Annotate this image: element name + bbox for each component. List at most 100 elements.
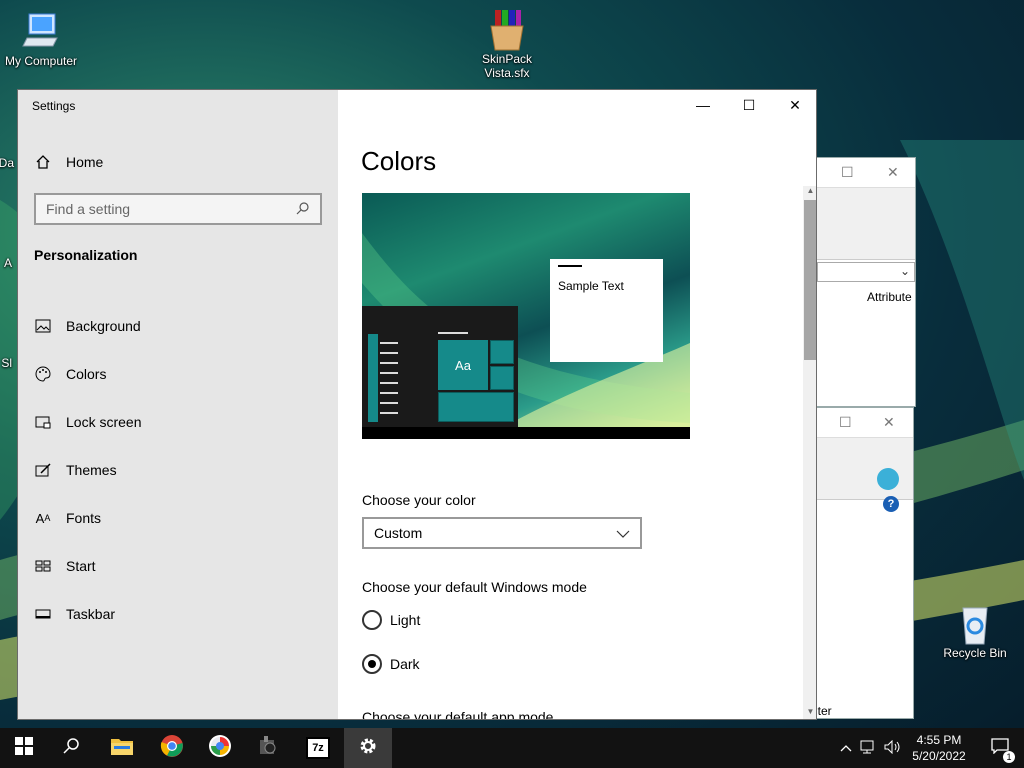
sidebar-item-label: Start — [66, 558, 96, 574]
computer-icon — [21, 10, 61, 50]
desktop-icon-partial[interactable]: Da — [0, 156, 14, 170]
radio-light[interactable]: Light — [362, 610, 420, 630]
window-title: Settings — [32, 99, 76, 113]
nav-home-label: Home — [66, 154, 104, 170]
globe-icon[interactable] — [877, 468, 899, 490]
nav-home[interactable]: Home — [34, 150, 103, 174]
font-icon: AA — [35, 510, 51, 526]
sidebar-item-background[interactable]: Background — [18, 302, 338, 350]
taskbar-brave[interactable] — [196, 728, 244, 768]
home-icon — [34, 153, 52, 171]
sidebar-item-lock-screen[interactable]: Lock screen — [18, 398, 338, 446]
search-icon — [63, 737, 81, 760]
page-title: Colors — [361, 146, 437, 176]
radio-circle — [362, 610, 382, 630]
desktop-icon-label: My Computer — [4, 54, 78, 68]
settings-icon — [357, 735, 379, 762]
desktop-icon-partial[interactable]: A — [0, 256, 12, 270]
background-window-explorer[interactable]: ☐ ✕ ⌄ Attribute — [806, 157, 916, 407]
desktop-icon-partial[interactable]: Sl — [0, 356, 12, 370]
close-button[interactable]: ✕ — [772, 90, 816, 120]
search-icon — [296, 201, 310, 218]
column-header[interactable]: Attribute — [867, 290, 912, 304]
sample-title-line — [558, 265, 582, 267]
taskbar-chrome[interactable] — [148, 728, 196, 768]
taskbar-search-button[interactable] — [48, 728, 96, 768]
desktop-icon-label: SkinPack Vista.sfx — [481, 52, 533, 80]
maximize-button[interactable]: ☐ — [726, 90, 772, 120]
taskbar: 7z 4:55 PM 5/20/2022 1 — [0, 728, 1024, 768]
sidebar-item-start[interactable]: Start — [18, 542, 338, 590]
start-button[interactable] — [0, 728, 48, 768]
close-icon[interactable]: ✕ — [887, 164, 899, 181]
chevron-up-icon[interactable] — [838, 741, 854, 755]
nav-list: Background Colors Lock screen Themes AA … — [18, 302, 338, 638]
taskbar-settings[interactable] — [344, 728, 392, 768]
archive-box-icon — [487, 8, 527, 51]
network-icon[interactable] — [860, 740, 878, 757]
notification-badge: 1 — [1003, 750, 1015, 763]
picture-icon — [34, 317, 52, 335]
sidebar-item-label: Background — [66, 318, 141, 334]
sidebar-item-label: Taskbar — [66, 606, 116, 622]
search-placeholder: Find a setting — [46, 201, 131, 217]
sidebar-item-taskbar[interactable]: Taskbar — [18, 590, 338, 638]
desktop-icon-skinpack[interactable]: SkinPack Vista.sfx — [466, 8, 548, 80]
start-menu-preview: Aa — [362, 306, 518, 427]
help-icon[interactable]: ? — [883, 496, 899, 512]
sidebar-item-themes[interactable]: Themes — [18, 446, 338, 494]
scroll-down-icon[interactable]: ▼ — [803, 707, 816, 719]
taskbar-7zip[interactable]: 7z — [294, 728, 342, 768]
brave-icon — [208, 734, 232, 763]
address-dropdown[interactable]: ⌄ — [817, 262, 915, 282]
radio-dark[interactable]: Dark — [362, 654, 420, 674]
close-icon[interactable]: ✕ — [883, 414, 895, 431]
background-window-second[interactable]: ☐ ✕ ? uter — [806, 407, 914, 719]
sidebar-item-label: Lock screen — [66, 414, 142, 430]
minimize-button[interactable]: — — [680, 90, 726, 120]
scroll-up-icon[interactable]: ▲ — [803, 186, 816, 200]
radio-label: Light — [390, 612, 421, 628]
section-title: Personalization — [34, 247, 138, 263]
sidebar-item-colors[interactable]: Colors — [18, 350, 338, 398]
desktop-icon-recycle-bin[interactable]: Recycle Bin — [934, 602, 1016, 660]
toolbar: ? — [807, 438, 913, 512]
start-header-line — [438, 332, 468, 334]
lock-screen-icon — [34, 413, 52, 431]
scrollbar-thumb[interactable] — [804, 200, 816, 360]
taskbar-media-player[interactable] — [244, 728, 292, 768]
maximize-icon[interactable]: ☐ — [839, 414, 852, 431]
clock[interactable]: 4:55 PM 5/20/2022 — [902, 732, 976, 764]
taskbar-file-explorer[interactable] — [98, 728, 146, 768]
search-input[interactable]: Find a setting — [34, 193, 322, 225]
start-icon — [34, 557, 52, 575]
radio-label: Dark — [390, 656, 420, 672]
action-center-button[interactable]: 1 — [976, 728, 1024, 768]
recycle-bin-icon — [955, 602, 995, 645]
folder-icon — [110, 736, 134, 761]
start-list-bar — [368, 334, 378, 422]
chevron-down-icon — [616, 525, 630, 541]
sidebar-item-fonts[interactable]: AA Fonts — [18, 494, 338, 542]
main-content: — ☐ ✕ Colors Sample Text Aa Choose your … — [338, 90, 816, 719]
preview-tile: Aa — [438, 340, 488, 390]
desktop-icon-my-computer[interactable]: My Computer — [0, 10, 82, 68]
sidebar-item-label: Fonts — [66, 510, 102, 526]
maximize-icon[interactable]: ☐ — [841, 164, 854, 181]
chrome-icon — [160, 734, 184, 763]
choose-color-label: Choose your color — [362, 492, 476, 508]
start-list-lines — [380, 334, 398, 422]
preview-tile-small — [490, 366, 514, 390]
taskbar-icon — [34, 605, 52, 623]
preview-tile-wide — [438, 392, 514, 422]
brush-icon — [34, 461, 52, 479]
scrollbar[interactable]: ▲ ▼ — [803, 186, 816, 719]
choose-color-dropdown[interactable]: Custom — [362, 517, 642, 549]
volume-icon[interactable] — [884, 739, 902, 757]
sample-window: Sample Text — [550, 259, 663, 362]
sidebar-item-label: Themes — [66, 462, 117, 478]
settings-window[interactable]: Settings Home Find a setting Personaliza… — [17, 89, 817, 720]
clock-date: 5/20/2022 — [912, 749, 966, 763]
sidebar: Settings Home Find a setting Personaliza… — [18, 90, 338, 719]
windows-mode-label: Choose your default Windows mode — [362, 579, 587, 595]
